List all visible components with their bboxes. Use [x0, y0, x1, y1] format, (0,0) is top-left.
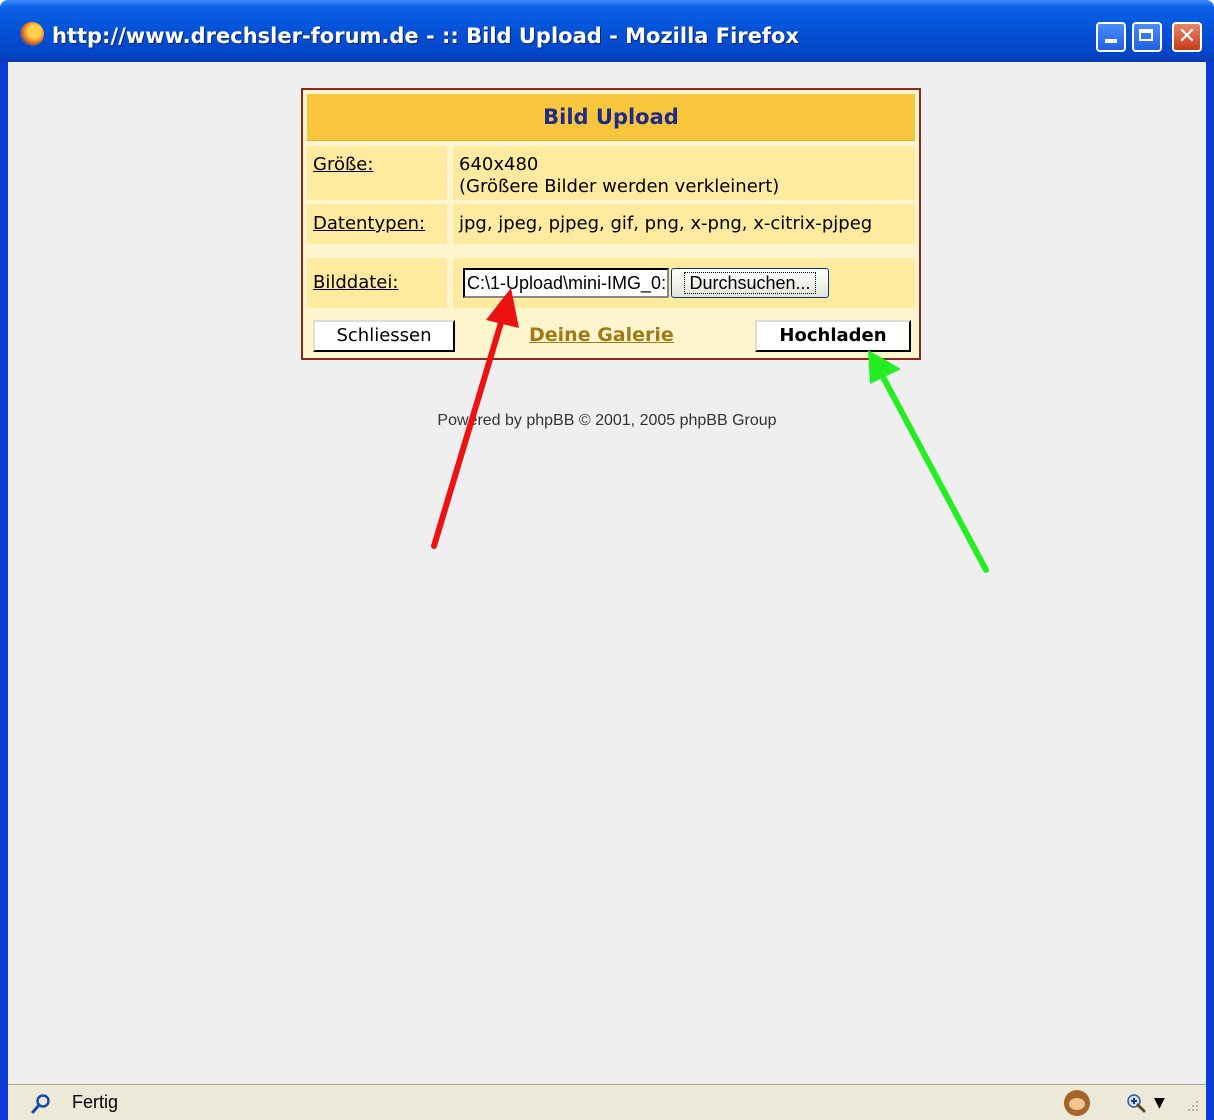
maximize-icon — [1139, 29, 1153, 41]
search-icon[interactable] — [30, 1093, 52, 1115]
minimize-icon — [1105, 39, 1117, 43]
page-content: Bild Upload Größe: 640x480 (Größere Bild… — [8, 62, 1206, 1084]
chevron-down-icon[interactable]: ▼ — [1154, 1095, 1165, 1111]
minimize-button[interactable] — [1096, 22, 1126, 52]
status-bar: Fertig ▼ — [8, 1084, 1206, 1120]
green-arrow — [868, 350, 989, 573]
close-icon: ✕ — [1177, 24, 1197, 49]
status-text: Fertig — [72, 1092, 119, 1112]
title-bar[interactable]: http://www.drechsler-forum.de - :: Bild … — [0, 0, 1214, 62]
resize-grip-icon[interactable] — [1184, 1099, 1200, 1115]
maximize-button[interactable] — [1132, 22, 1162, 52]
firefox-icon — [20, 22, 44, 46]
annotation-arrows — [431, 288, 989, 573]
zoom-icon[interactable] — [1126, 1093, 1146, 1113]
window-title: http://www.drechsler-forum.de - :: Bild … — [52, 24, 799, 48]
greasemonkey-icon[interactable] — [1064, 1090, 1090, 1116]
close-window-button[interactable]: ✕ — [1172, 22, 1202, 52]
red-arrow — [431, 288, 519, 549]
browser-window: http://www.drechsler-forum.de - :: Bild … — [0, 0, 1214, 1120]
